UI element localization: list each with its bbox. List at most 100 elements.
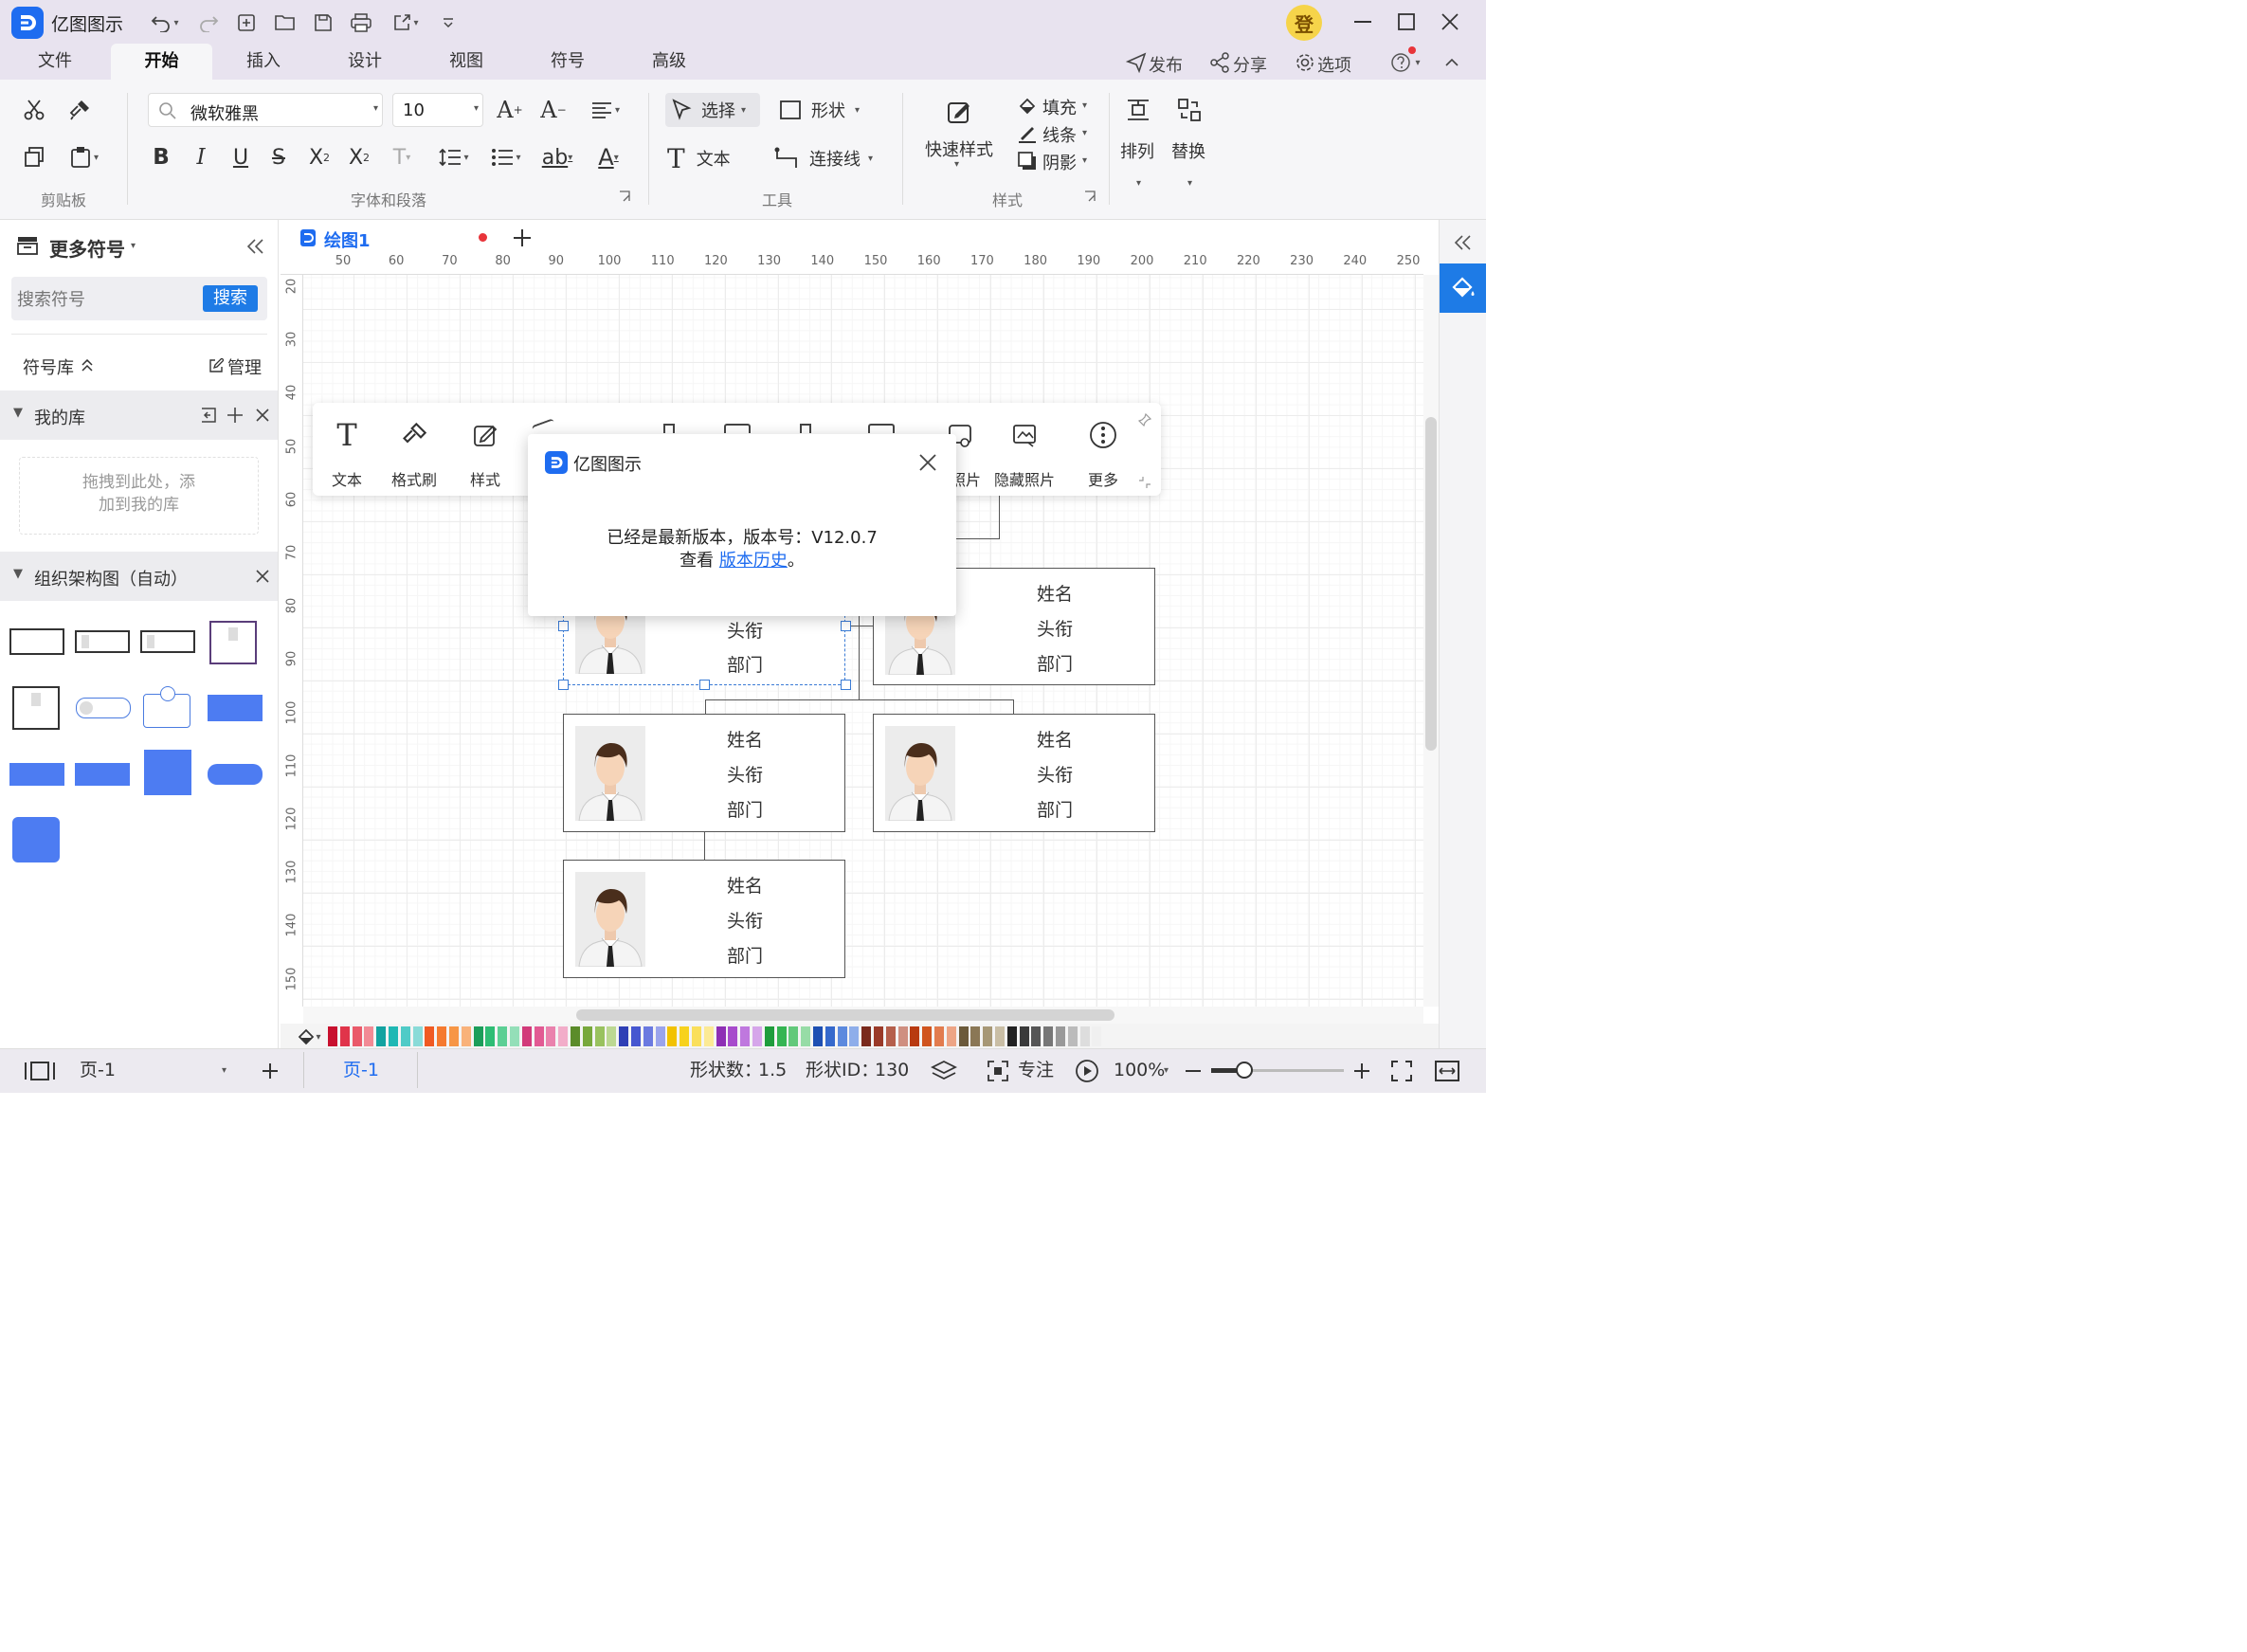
- org-template-thumbnail[interactable]: [76, 698, 131, 718]
- focus-mode-icon[interactable]: [984, 1058, 1012, 1084]
- color-swatch[interactable]: [764, 1026, 774, 1046]
- close-org-section-icon[interactable]: [251, 565, 274, 588]
- float-text-button[interactable]: T 文本: [318, 403, 375, 496]
- publish-button[interactable]: 发布: [1149, 52, 1183, 77]
- color-swatch[interactable]: [837, 1026, 847, 1046]
- color-swatch[interactable]: [571, 1026, 580, 1046]
- replace-dropdown-icon[interactable]: ▾: [1187, 178, 1192, 189]
- quick-style-icon[interactable]: [938, 93, 980, 131]
- color-swatch[interactable]: [389, 1026, 398, 1046]
- resize-handle[interactable]: [558, 621, 569, 631]
- color-swatch[interactable]: [339, 1026, 350, 1046]
- float-style-button[interactable]: 样式: [455, 403, 516, 496]
- open-folder-icon[interactable]: [272, 9, 299, 36]
- expand-right-panel-icon[interactable]: [1450, 229, 1477, 256]
- color-swatch[interactable]: [995, 1026, 1005, 1046]
- fit-page-icon[interactable]: [1433, 1058, 1461, 1084]
- org-template-thumbnail[interactable]: [144, 750, 191, 795]
- document-tab-label[interactable]: 绘图1: [324, 227, 371, 252]
- bullet-list-icon[interactable]: ▾: [485, 142, 527, 172]
- resize-handle[interactable]: [699, 680, 710, 690]
- close-my-library-icon[interactable]: [251, 404, 274, 427]
- resize-handle[interactable]: [841, 680, 851, 690]
- tab-file[interactable]: 文件: [17, 44, 93, 80]
- color-swatch[interactable]: [412, 1026, 423, 1046]
- font-color-icon[interactable]: A ▾: [588, 142, 629, 172]
- color-swatch[interactable]: [473, 1026, 483, 1046]
- replace-icon[interactable]: [1173, 95, 1205, 125]
- color-swatch[interactable]: [485, 1026, 496, 1046]
- help-icon[interactable]: ▾: [1384, 49, 1427, 76]
- color-swatch[interactable]: [885, 1026, 896, 1046]
- shadow-icon[interactable]: [1016, 150, 1039, 172]
- org-template-thumbnail[interactable]: [12, 686, 60, 730]
- collapse-toolbar-icon[interactable]: [1135, 473, 1154, 492]
- dialog-close-icon[interactable]: [915, 449, 941, 476]
- color-swatch[interactable]: [607, 1026, 617, 1046]
- shadow-button[interactable]: 阴影: [1042, 150, 1077, 174]
- org-card[interactable]: 姓名 头衔 部门: [563, 860, 845, 978]
- org-template-thumbnail[interactable]: [75, 630, 130, 653]
- add-library-icon[interactable]: [224, 404, 246, 427]
- zoom-slider-thumb[interactable]: [1236, 1062, 1253, 1079]
- color-swatch[interactable]: [437, 1026, 447, 1046]
- color-swatch[interactable]: [1056, 1026, 1065, 1046]
- page-selector-dropdown-icon[interactable]: ▾: [222, 1065, 227, 1076]
- drop-zone[interactable]: 拖拽到此处，添加到我的库: [19, 457, 259, 535]
- color-swatch[interactable]: [692, 1026, 701, 1046]
- org-template-thumbnail[interactable]: [9, 628, 64, 655]
- tab-symbol[interactable]: 符号: [530, 44, 606, 80]
- color-swatch[interactable]: [1092, 1026, 1102, 1046]
- tab-advanced[interactable]: 高级: [631, 44, 707, 80]
- add-page-icon[interactable]: [258, 1058, 282, 1084]
- more-symbols-title[interactable]: 更多符号: [49, 234, 125, 262]
- copy-icon[interactable]: [17, 142, 51, 172]
- color-swatch[interactable]: [740, 1026, 751, 1046]
- color-swatch[interactable]: [1067, 1026, 1078, 1046]
- color-swatch[interactable]: [1006, 1026, 1017, 1046]
- zoom-level[interactable]: 100%: [1114, 1048, 1165, 1093]
- options-button[interactable]: 选项: [1317, 52, 1351, 77]
- org-card[interactable]: 姓名 头衔 部门: [563, 714, 845, 832]
- tab-home[interactable]: 开始: [111, 44, 212, 80]
- fill-bucket-icon[interactable]: [1016, 95, 1039, 118]
- subscript-icon[interactable]: X2: [343, 142, 375, 172]
- color-swatch[interactable]: [425, 1026, 435, 1046]
- page-layout-icon[interactable]: [23, 1058, 57, 1084]
- color-swatch[interactable]: [364, 1026, 374, 1046]
- float-format-painter-button[interactable]: 格式刷: [383, 403, 445, 496]
- focus-mode-label[interactable]: 专注: [1018, 1048, 1054, 1093]
- align-icon[interactable]: ▾: [584, 95, 627, 125]
- text-style-icon[interactable]: T ▾: [383, 142, 421, 172]
- strikethrough-icon[interactable]: S: [263, 142, 294, 172]
- org-template-thumbnail[interactable]: [140, 630, 195, 653]
- save-icon[interactable]: [310, 9, 336, 36]
- redo-icon[interactable]: [195, 9, 222, 36]
- color-swatch[interactable]: [546, 1026, 556, 1046]
- active-page-tab[interactable]: 页-1: [343, 1048, 379, 1093]
- play-presentation-icon[interactable]: [1073, 1058, 1101, 1084]
- line-dropdown-icon[interactable]: ▾: [1082, 128, 1087, 138]
- color-swatch[interactable]: [461, 1026, 471, 1046]
- format-brush-icon[interactable]: [63, 95, 97, 125]
- fill-button[interactable]: 填充: [1042, 95, 1077, 119]
- color-swatch[interactable]: [849, 1026, 860, 1046]
- horizontal-scroll-thumb[interactable]: [576, 1009, 1114, 1021]
- paste-icon[interactable]: ▾: [61, 142, 108, 172]
- arrange-label[interactable]: 排列: [1120, 138, 1154, 163]
- quick-style-label[interactable]: 快速样式: [925, 136, 993, 161]
- customize-qat-icon[interactable]: [438, 9, 459, 36]
- zoom-in-icon[interactable]: [1351, 1058, 1372, 1084]
- resize-handle[interactable]: [841, 621, 851, 631]
- line-pen-icon[interactable]: [1016, 122, 1039, 145]
- org-template-thumbnail[interactable]: [12, 817, 60, 862]
- float-more-button[interactable]: 更多: [1075, 403, 1132, 496]
- color-swatch[interactable]: [970, 1026, 981, 1046]
- increase-font-icon[interactable]: A +: [493, 95, 527, 125]
- color-swatch[interactable]: [958, 1026, 969, 1046]
- color-swatch[interactable]: [521, 1026, 532, 1046]
- org-template-thumbnail[interactable]: [208, 695, 263, 721]
- add-document-icon[interactable]: [510, 226, 535, 250]
- select-pointer-icon[interactable]: 选择 ▾: [665, 93, 760, 127]
- color-swatch[interactable]: [946, 1026, 956, 1046]
